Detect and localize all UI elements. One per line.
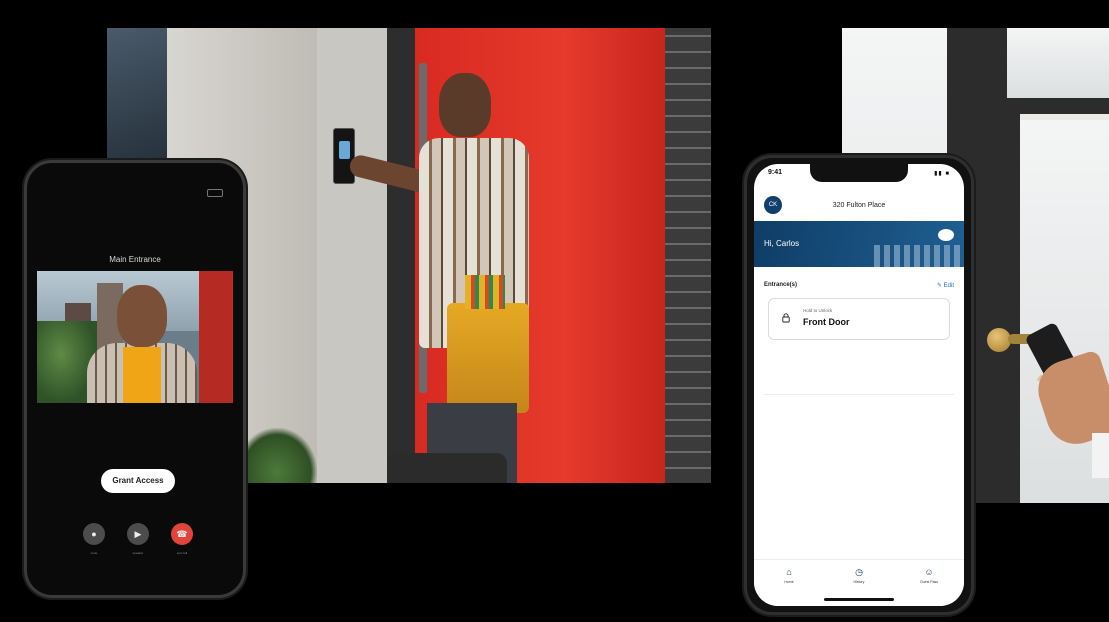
tab-home[interactable]: ⌂ Home — [764, 566, 814, 584]
visitor-face — [117, 285, 167, 347]
video-feed — [37, 271, 233, 403]
battery-icon — [207, 189, 223, 197]
history-icon: ◷ — [855, 567, 863, 577]
plant — [237, 428, 317, 483]
tab-guest-pass[interactable]: ☺ Guest Pass — [904, 566, 954, 584]
status-time: 9:41 — [768, 169, 783, 176]
end-call-icon[interactable]: ☎ — [171, 523, 193, 545]
worker-figure — [347, 73, 557, 483]
home-icon: ⌂ — [786, 567, 792, 577]
unlock-hint: Hold to Unlock — [803, 308, 833, 313]
speaker-label: speaker — [132, 551, 144, 555]
home-indicator — [824, 598, 894, 601]
signal-battery-icon: ▮▮ ■ — [934, 171, 950, 177]
end-call-label: end call — [176, 551, 188, 555]
app-header: CK 320 Fulton Place — [754, 190, 964, 218]
app-screen: 9:41 ▮▮ ■ CK 320 Fulton Place Hi, Carlos… — [754, 164, 964, 606]
entrance-title: Main Entrance — [109, 255, 161, 264]
intercom-call-phone: Main Entrance Grant Access ● mute ▶ spea… — [24, 160, 246, 598]
cloud-icon — [938, 229, 954, 241]
lock-icon — [782, 313, 790, 323]
greeting-banner: Hi, Carlos — [754, 221, 964, 267]
intercom-device — [333, 128, 355, 184]
mute-label: mute — [90, 551, 98, 555]
grant-access-button[interactable]: Grant Access — [101, 469, 175, 493]
entrances-heading: Entrance(s) — [764, 282, 798, 288]
greeting-text: Hi, Carlos — [764, 239, 800, 248]
access-app-phone: 9:41 ▮▮ ■ CK 320 Fulton Place Hi, Carlos… — [744, 155, 974, 615]
tab-history[interactable]: ◷ History — [834, 566, 884, 584]
door-name: Front Door — [803, 317, 850, 327]
edit-link[interactable]: ✎ Edit — [937, 282, 954, 289]
divider — [764, 394, 954, 395]
speaker-icon[interactable]: ▶ — [127, 523, 149, 545]
front-door-unlock-card[interactable]: Hold to Unlock Front Door — [768, 298, 950, 340]
guest-icon: ☺ — [924, 567, 934, 577]
pencil-icon: ✎ — [936, 283, 944, 289]
phone-notch — [810, 164, 908, 182]
place-name[interactable]: 320 Fulton Place — [754, 202, 964, 209]
brick-wall — [665, 28, 711, 483]
microphone-icon[interactable]: ● — [83, 523, 105, 545]
